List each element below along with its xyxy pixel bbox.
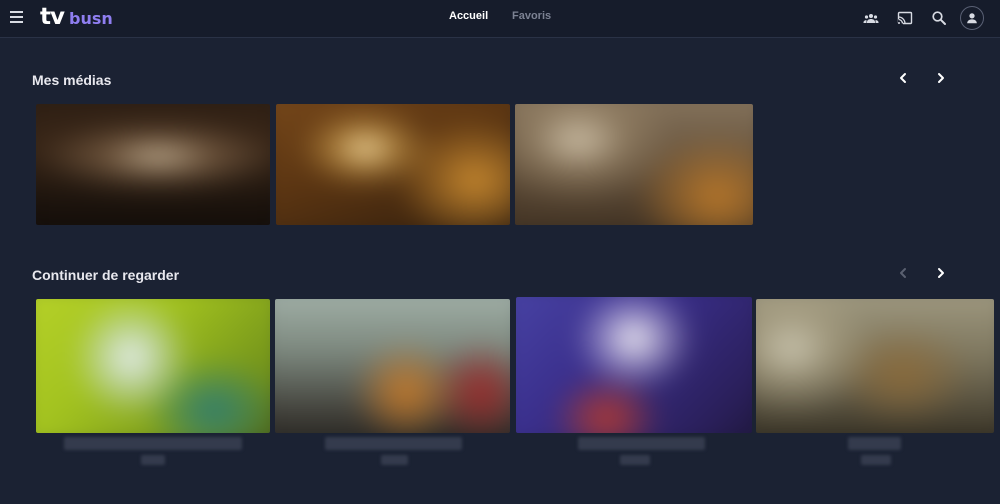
continue-watching-card[interactable]	[275, 299, 510, 433]
item-subtitle-placeholder	[141, 455, 165, 465]
item-title-placeholder	[64, 437, 242, 450]
cast-icon[interactable]	[895, 8, 915, 28]
item-subtitle-placeholder	[381, 455, 408, 465]
chevron-left-icon	[900, 268, 906, 278]
item-subtitle-placeholder	[861, 455, 891, 465]
section-title-continuer: Continuer de regarder	[32, 267, 180, 283]
app-logo[interactable]: tv busn	[40, 4, 113, 32]
media-card[interactable]	[276, 104, 510, 225]
nav-accueil[interactable]: Accueil	[449, 10, 488, 22]
continuer-prev-button[interactable]	[894, 264, 912, 282]
logo-brand: busn	[69, 9, 113, 28]
chevron-right-icon	[938, 73, 944, 83]
group-icon[interactable]	[861, 8, 881, 28]
section-title-mes-medias: Mes médias	[32, 72, 112, 88]
logo-tv: tv	[40, 4, 65, 30]
search-icon[interactable]	[929, 8, 949, 28]
mes-medias-prev-button[interactable]	[894, 69, 912, 87]
item-title-placeholder	[848, 437, 901, 450]
mes-medias-next-button[interactable]	[932, 69, 950, 87]
media-card[interactable]	[515, 104, 753, 225]
media-card[interactable]	[36, 104, 270, 225]
chevron-left-icon	[900, 73, 906, 83]
item-title-placeholder	[325, 437, 462, 450]
top-bar: tv busn Accueil Favoris	[0, 0, 1000, 38]
account-icon[interactable]	[960, 6, 984, 30]
nav-favoris[interactable]: Favoris	[512, 10, 551, 22]
item-title-placeholder	[578, 437, 705, 450]
continuer-next-button[interactable]	[932, 264, 950, 282]
continue-watching-card[interactable]	[756, 299, 994, 433]
continue-watching-card[interactable]	[516, 297, 752, 433]
chevron-right-icon	[938, 268, 944, 278]
item-subtitle-placeholder	[620, 455, 650, 465]
menu-icon[interactable]	[10, 11, 23, 23]
continue-watching-card[interactable]	[36, 299, 270, 433]
